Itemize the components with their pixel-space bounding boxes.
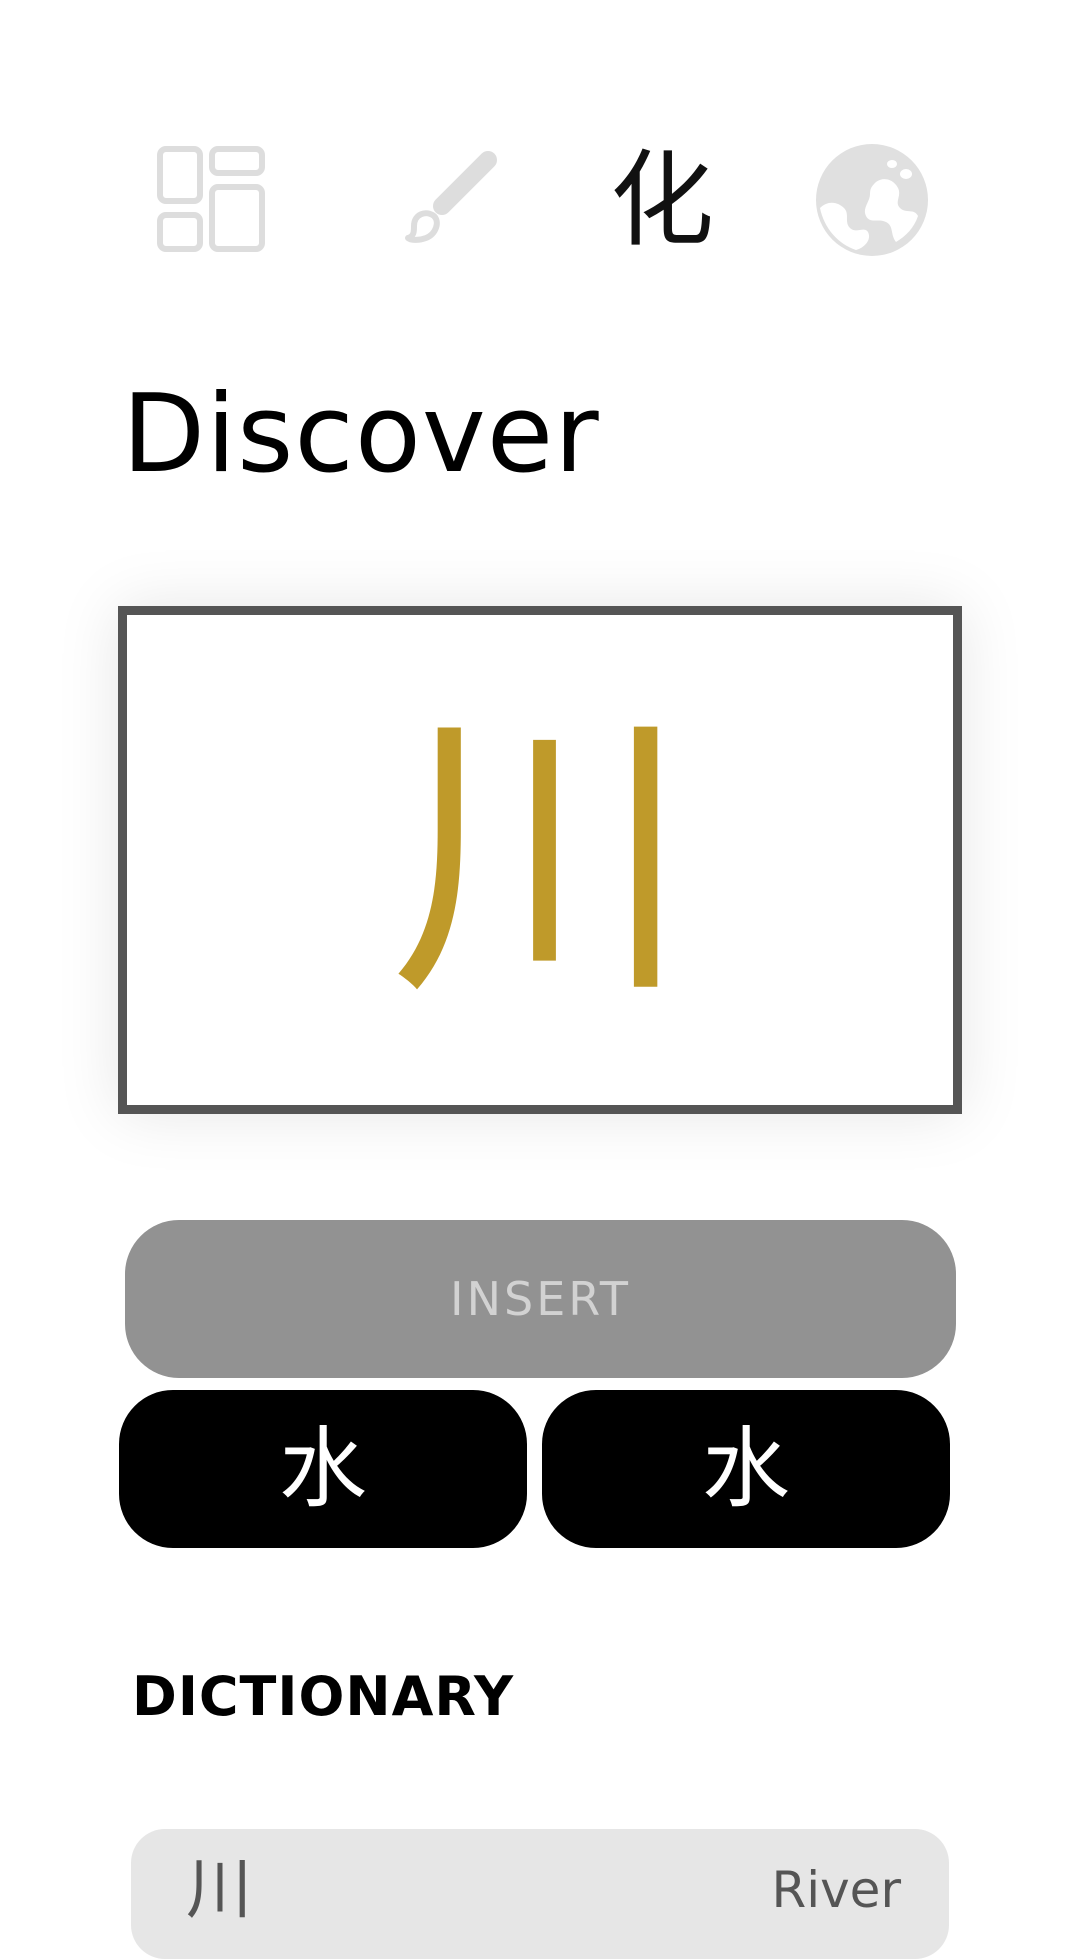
- dashboard-icon: [157, 146, 265, 254]
- candidate-character: 水: [278, 1417, 367, 1520]
- insert-button[interactable]: INSERT: [125, 1220, 956, 1378]
- dictionary-heading: DICTIONARY: [132, 1665, 515, 1728]
- page-title: Discover: [122, 372, 600, 497]
- nav-character-button[interactable]: 化: [592, 130, 732, 270]
- drawing-canvas[interactable]: 川: [118, 606, 962, 1114]
- nav-globe-button[interactable]: [802, 130, 942, 270]
- character-icon: 化: [609, 139, 714, 261]
- dictionary-entry-meaning: River: [771, 1861, 901, 1919]
- globe-icon: [814, 142, 930, 258]
- nav-brush-button[interactable]: [378, 130, 518, 270]
- candidate-button[interactable]: 水: [542, 1390, 950, 1548]
- brush-icon: [388, 140, 508, 260]
- top-navigation: 化: [0, 130, 1080, 270]
- drawn-character: 川: [390, 685, 690, 1034]
- dictionary-entry-character: 川: [186, 1851, 252, 1928]
- candidate-character: 水: [701, 1417, 790, 1520]
- candidate-button[interactable]: 水: [119, 1390, 527, 1548]
- dictionary-entry[interactable]: 川 River: [131, 1829, 949, 1959]
- nav-dashboard-button[interactable]: [141, 130, 281, 270]
